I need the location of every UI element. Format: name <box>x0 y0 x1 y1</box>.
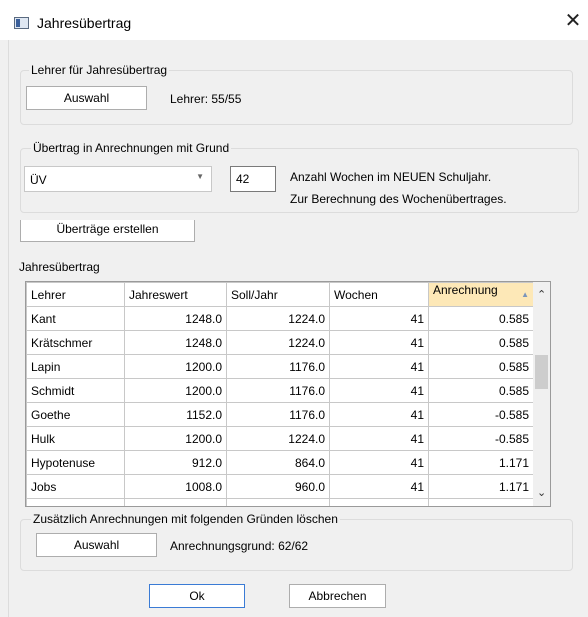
cell-lehrer: Hypotenuse <box>26 450 125 475</box>
scroll-up-icon[interactable]: ⌃ <box>537 288 546 301</box>
cell-lehrer: Jobs <box>26 474 125 499</box>
cell-jahreswert: 1200.0 <box>124 426 227 451</box>
cell-soll-jahr: 1176.0 <box>226 378 330 403</box>
scrollbar-thumb[interactable] <box>535 355 548 389</box>
column-header-soll-jahr[interactable]: Soll/Jahr <box>226 282 330 307</box>
cell-wochen: 41 <box>329 330 429 355</box>
weeks-description-2: Zur Berechnung des Wochenübertrages. <box>290 192 507 206</box>
reason-select-button[interactable]: Auswahl <box>36 533 157 557</box>
cell-jahreswert: 1200.0 <box>124 378 227 403</box>
table-row[interactable]: Lapin 1200.0 1176.0 41 0.585 <box>26 354 534 379</box>
cell-soll-jahr: 864.0 <box>226 450 330 475</box>
cell-soll-jahr: 1176.0 <box>226 354 330 379</box>
cell-wochen: 41 <box>329 378 429 403</box>
cell-anrechnung: 1.171 <box>428 450 534 475</box>
transfer-group-label: Übertrag in Anrechnungen mit Grund <box>31 141 232 155</box>
weeks-description-1: Anzahl Wochen im NEUEN Schuljahr. <box>290 170 492 184</box>
column-header-wochen[interactable]: Wochen <box>329 282 429 307</box>
window-border <box>8 40 9 617</box>
table-scrollbar[interactable]: ⌃ ⌄ <box>533 282 550 506</box>
column-header-anrechnung[interactable]: ▲ Anrechnung <box>428 282 534 307</box>
teacher-group-label: Lehrer für Jahresübertrag <box>29 63 170 77</box>
teacher-status: Lehrer: 55/55 <box>170 92 242 106</box>
cell-jahreswert: 1200.0 <box>124 354 227 379</box>
column-header-jahreswert[interactable]: Jahreswert <box>124 282 227 307</box>
reason-select-value: ÜV <box>30 173 47 187</box>
cell-jahreswert: 1152.0 <box>124 402 227 427</box>
cell-anrechnung: -0.585 <box>428 402 534 427</box>
table-row[interactable]: Krätschmer 1248.0 1224.0 41 0.585 <box>26 330 534 355</box>
cell-soll-jahr: 960.0 <box>226 474 330 499</box>
cell-soll-jahr: 1224.0 <box>226 426 330 451</box>
cell-anrechnung: 0.585 <box>428 330 534 355</box>
cell-anrechnung: 0.585 <box>428 306 534 331</box>
cell-anrechnung: 0.585 <box>428 378 534 403</box>
delete-group-label: Zusätzlich Anrechnungen mit folgenden Gr… <box>31 512 340 526</box>
cell-anrechnung: -0.585 <box>428 426 534 451</box>
cell-soll-jahr: 1224.0 <box>226 330 330 355</box>
table-row[interactable]: Goethe 1152.0 1176.0 41 -0.585 <box>26 402 534 427</box>
table-section-label: Jahresübertrag <box>19 260 100 274</box>
table-row[interactable]: Kant 1248.0 1224.0 41 0.585 <box>26 306 534 331</box>
cell-jahreswert: 1248.0 <box>124 330 227 355</box>
table-row[interactable]: Hulk 1200.0 1224.0 41 -0.585 <box>26 426 534 451</box>
create-transfers-button[interactable]: Überträge erstellen <box>20 220 195 242</box>
title-bar: Jahresübertrag ✕ <box>0 0 588 40</box>
cell-anrechnung: 0.585 <box>428 354 534 379</box>
reason-select[interactable]: ÜV ▼ <box>24 166 212 192</box>
close-icon[interactable]: ✕ <box>562 9 584 31</box>
cell-wochen: 41 <box>329 426 429 451</box>
dropdown-arrow-icon: ▼ <box>196 172 204 181</box>
sort-ascending-icon: ▲ <box>521 290 529 299</box>
cell-soll-jahr: 1176.0 <box>226 402 330 427</box>
window-title: Jahresübertrag <box>37 15 132 31</box>
table-header-row: Lehrer Jahreswert Soll/Jahr Wochen ▲ Anre… <box>26 282 534 307</box>
column-header-lehrer[interactable]: Lehrer <box>26 282 125 307</box>
cell-soll-jahr: 1224.0 <box>226 306 330 331</box>
cell-lehrer: Goethe <box>26 402 125 427</box>
transfer-table[interactable]: Lehrer Jahreswert Soll/Jahr Wochen ▲ Anre… <box>25 281 551 507</box>
table-row[interactable]: Schmidt 1200.0 1176.0 41 0.585 <box>26 378 534 403</box>
data-table: Lehrer Jahreswert Soll/Jahr Wochen ▲ Anre… <box>26 282 534 506</box>
weeks-input[interactable]: 42 <box>230 166 276 192</box>
cell-lehrer: Schmidt <box>26 378 125 403</box>
cell-lehrer: Lapin <box>26 354 125 379</box>
app-icon <box>14 17 29 29</box>
reason-status: Anrechnungsgrund: 62/62 <box>170 539 309 553</box>
cell-lehrer: Hulk <box>26 426 125 451</box>
scroll-down-icon[interactable]: ⌄ <box>537 486 546 499</box>
cell-wochen: 41 <box>329 306 429 331</box>
table-row-partial <box>26 498 534 506</box>
column-header-anrechnung-label: Anrechnung <box>433 283 498 298</box>
ok-button[interactable]: Ok <box>149 584 245 608</box>
cell-wochen: 41 <box>329 354 429 379</box>
cell-jahreswert: 1008.0 <box>124 474 227 499</box>
cell-lehrer: Krätschmer <box>26 330 125 355</box>
teacher-select-button[interactable]: Auswahl <box>26 86 147 110</box>
cancel-button[interactable]: Abbrechen <box>289 584 386 608</box>
table-row[interactable]: Hypotenuse 912.0 864.0 41 1.171 <box>26 450 534 475</box>
table-row[interactable]: Jobs 1008.0 960.0 41 1.171 <box>26 474 534 499</box>
cell-wochen: 41 <box>329 402 429 427</box>
cell-anrechnung: 1.171 <box>428 474 534 499</box>
cell-jahreswert: 1248.0 <box>124 306 227 331</box>
cell-lehrer: Kant <box>26 306 125 331</box>
cell-wochen: 41 <box>329 474 429 499</box>
cell-wochen: 41 <box>329 450 429 475</box>
cell-jahreswert: 912.0 <box>124 450 227 475</box>
